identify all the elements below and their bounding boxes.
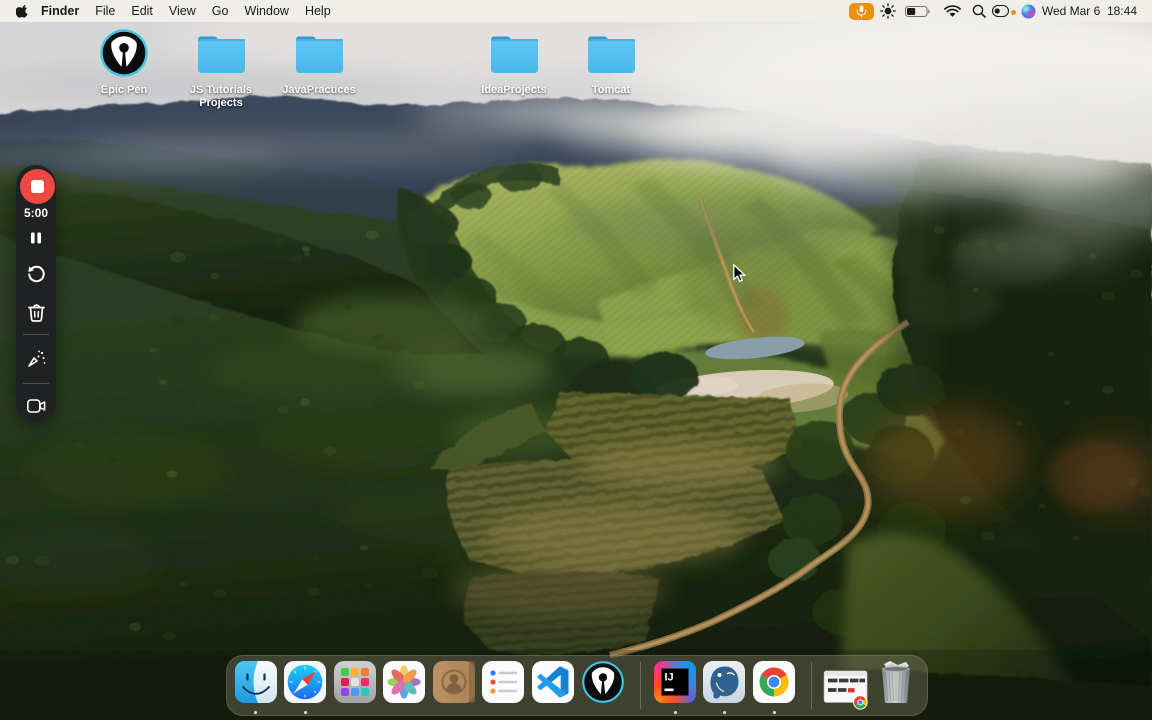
- svg-text:IJ: IJ: [665, 672, 674, 684]
